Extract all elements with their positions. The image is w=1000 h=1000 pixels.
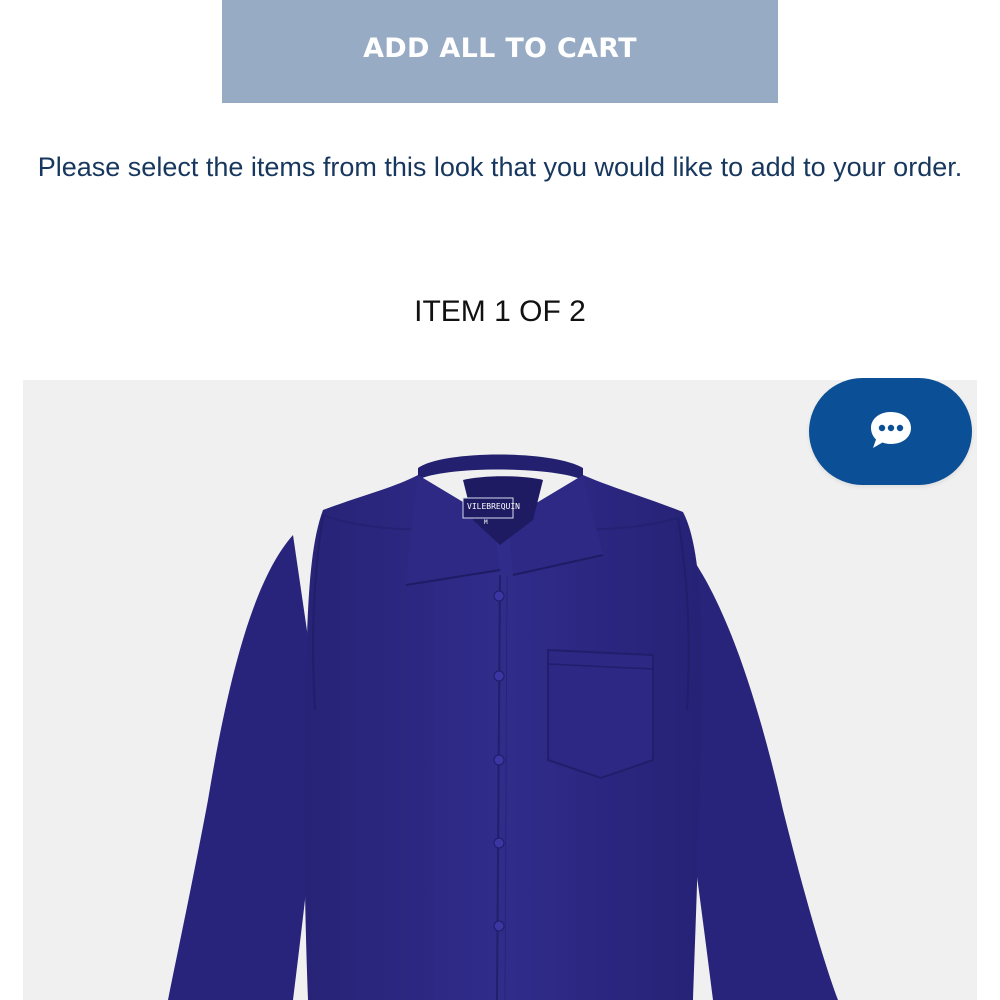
chat-bubble-icon	[867, 408, 915, 455]
page: ADD ALL TO CART Please select the items …	[0, 0, 1000, 1000]
add-all-to-cart-button[interactable]: ADD ALL TO CART	[222, 0, 778, 103]
item-counter: ITEM 1 OF 2	[414, 295, 586, 328]
size-tag: M	[484, 519, 488, 526]
brand-tag: VILEBREQUIN	[467, 502, 520, 511]
instruction-text: Please select the items from this look t…	[37, 152, 963, 182]
chat-button[interactable]	[809, 378, 972, 485]
